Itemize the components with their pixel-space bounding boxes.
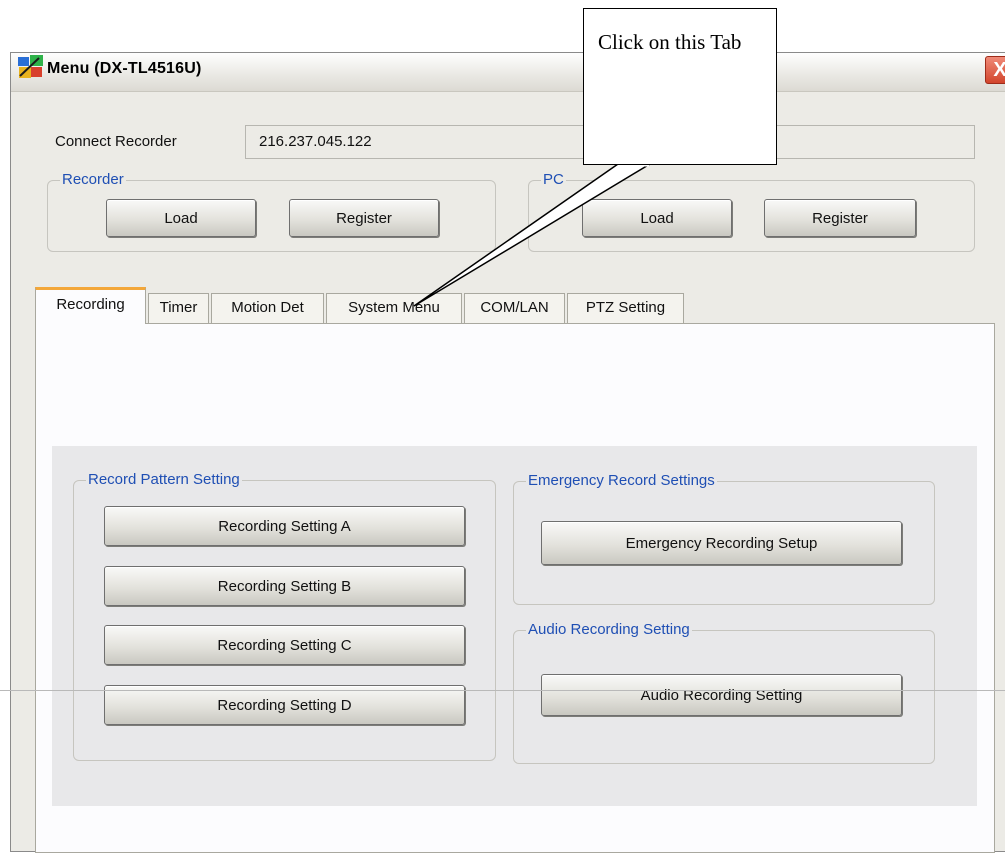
tab-com-lan[interactable]: COM/LAN [464,293,565,323]
audio-recording-setting-button[interactable]: Audio Recording Setting [541,674,902,716]
tab-ptz-setting[interactable]: PTZ Setting [567,293,684,323]
callout-text: Click on this Tab [598,30,742,54]
window-title: Menu (DX-TL4516U) [47,60,202,77]
app-logo-icon [18,55,43,78]
tab-timer[interactable]: Timer [148,293,209,323]
tab-system-menu[interactable]: System Menu [326,293,462,323]
recording-setting-b-button[interactable]: Recording Setting B [104,566,465,606]
recording-setting-a-button[interactable]: Recording Setting A [104,506,465,546]
pc-load-button[interactable]: Load [582,199,732,237]
recording-setting-d-button[interactable]: Recording Setting D [104,685,465,725]
callout-box: Click on this Tab [583,8,777,165]
recorder-address-value: 216.237.045.122 [259,133,372,150]
record-pattern-legend: Record Pattern Setting [86,471,242,488]
recorder-load-button[interactable]: Load [106,199,256,237]
pc-group-legend: PC [541,171,566,188]
title-bar[interactable]: Menu (DX-TL4516U) X [11,53,1005,92]
close-button[interactable]: X [985,56,1005,84]
divider-line [0,690,1005,691]
emergency-recording-setup-button[interactable]: Emergency Recording Setup [541,521,902,565]
pc-register-button[interactable]: Register [764,199,916,237]
recorder-register-button[interactable]: Register [289,199,439,237]
tab-recording[interactable]: Recording [35,287,146,324]
tab-motion-det[interactable]: Motion Det [211,293,324,323]
emergency-record-legend: Emergency Record Settings [526,472,717,489]
recording-setting-c-button[interactable]: Recording Setting C [104,625,465,665]
recorder-group-legend: Recorder [60,171,126,188]
connect-recorder-label: Connect Recorder [55,133,177,150]
audio-recording-legend: Audio Recording Setting [526,621,692,638]
